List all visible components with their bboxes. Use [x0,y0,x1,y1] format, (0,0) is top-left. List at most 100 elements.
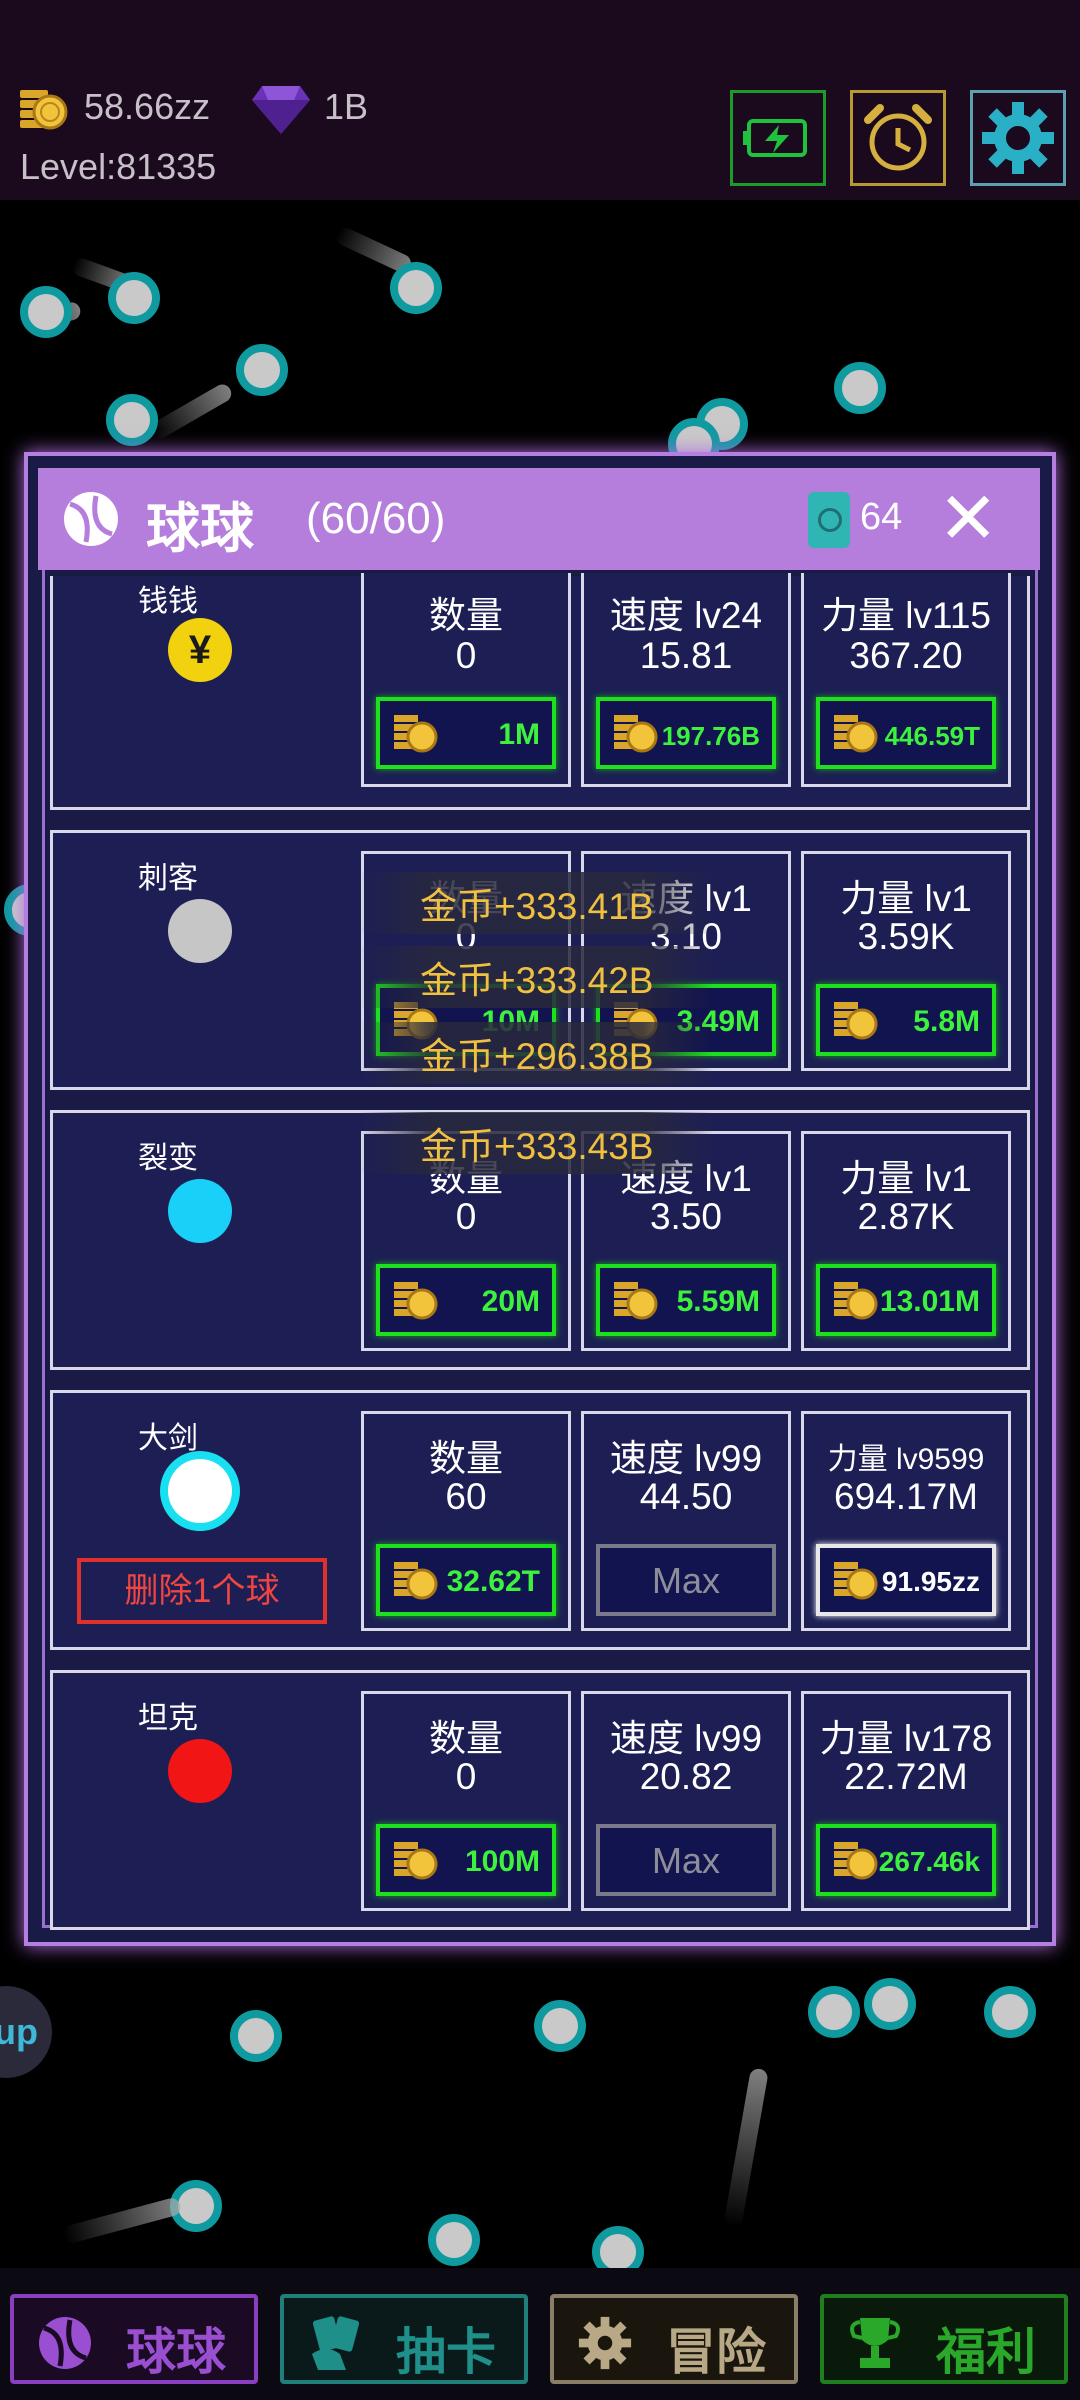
assassin-ball-icon [168,899,232,963]
top-resource-bar: 58.66zz 1B Level:81335 [0,0,1080,200]
speed-label: 速度 lv99 [609,1718,763,1759]
power-value: 367.20 [849,635,963,676]
price-label: 91.95zz [881,1566,980,1597]
power-label: 力量 lv9599 [827,1443,985,1476]
yen-ball-icon: ¥ [168,618,232,682]
coin-icon [834,1842,878,1880]
coin-icon [834,1282,878,1320]
game-ball [390,262,442,314]
greatsword-ball-icon [168,1459,232,1523]
coin-icon [394,1842,438,1880]
price-label: 100M [464,1845,540,1878]
price-label: 20M [481,1285,540,1318]
tab-welfare[interactable]: 福利 [820,2294,1068,2384]
tab-balls[interactable]: 球球 [10,2294,258,2384]
quantity-label: 数量 [429,1438,503,1479]
side-up-button[interactable]: up [0,1986,52,2078]
buy-quantity-button[interactable]: 100M [376,1824,556,1896]
delete-one-ball-button[interactable]: 删除1个球 [77,1558,327,1624]
game-ball [106,394,158,446]
buy-quantity-button[interactable]: 32.62T [376,1544,556,1616]
coin-reward-popup: 金币+333.41B [360,872,714,934]
power-cell: 力量 lv115 367.20 446.59T [801,573,1011,787]
coin-icon [394,1562,438,1600]
level-label: Level:81335 [20,146,217,187]
power-cell: 力量 lv1 2.87K 13.01M [801,1131,1011,1351]
close-button[interactable]: ✕ [938,476,998,560]
power-label: 力量 lv1 [840,878,972,919]
speed-value: 20.82 [639,1756,733,1797]
battery-icon [743,119,807,157]
power-cell: 力量 lv178 22.72M 267.46k [801,1691,1011,1911]
gear-icon [578,2316,632,2370]
coin-icon [20,90,68,130]
buy-quantity-button[interactable]: 1M [376,697,556,769]
quantity-value: 60 [445,1476,487,1517]
price-label: 1M [498,718,540,751]
power-cell: 力量 lv1 3.59K 5.8M [801,851,1011,1071]
ball-name: 大剑 [138,1422,198,1455]
tab-label: 球球 [126,2324,226,2380]
price-label: 197.76B [661,721,760,751]
price-label: 5.59M [676,1285,760,1318]
game-ball [984,1986,1036,2038]
power-value: 694.17M [834,1476,978,1517]
ball-name: 刺客 [138,862,198,895]
coin-icon [614,1282,658,1320]
quantity-cell: 数量 60 32.62T [361,1411,571,1631]
price-label: 5.8M [913,1005,980,1038]
upgrade-power-button[interactable]: 91.95zz [816,1544,996,1616]
power-label: 力量 lv1 [840,1158,972,1199]
ball-trail [61,2196,183,2245]
bottom-tab-bar: 球球 抽卡 冒险 福利 [0,2268,1080,2400]
speed-value: 44.50 [639,1476,733,1517]
tab-adventure[interactable]: 冒险 [550,2294,798,2384]
coin-reward-popup: 金币+296.38B [360,1022,714,1084]
coin-icon [394,1282,438,1320]
ball-icon [64,492,118,546]
upgrade-power-button[interactable]: 446.59T [816,697,996,769]
power-value: 22.72M [844,1756,968,1797]
game-ball [834,362,886,414]
speed-cell: 速度 lv99 44.50 Max [581,1411,791,1631]
ball-row-dajian: 大剑 删除1个球 数量 60 32.62T 速度 lv99 44.50 Max … [50,1390,1030,1650]
game-ball [20,286,72,338]
trophy-icon [850,2318,900,2368]
upgrade-power-button[interactable]: 5.8M [816,984,996,1056]
upgrade-speed-button[interactable]: 5.59M [596,1264,776,1336]
upgrade-speed-button[interactable]: 197.76B [596,697,776,769]
price-label: 32.62T [446,1565,540,1598]
quantity-cell: 数量 0 1M [361,573,571,787]
speed-label: 速度 lv99 [609,1438,763,1479]
ticket-icon [808,492,850,548]
quantity-cell: 数量 0 100M [361,1691,571,1911]
coin-amount: 58.66zz [84,86,211,127]
price-label: Max [651,1560,720,1601]
game-ball [428,2214,480,2266]
power-label: 力量 lv115 [821,595,991,636]
tab-draw-cards[interactable]: 抽卡 [280,2294,528,2384]
upgrade-power-button[interactable]: 13.01M [816,1264,996,1336]
speed-value: 15.81 [639,635,733,676]
ball-name: 裂变 [138,1142,198,1175]
coin-icon [834,1002,878,1040]
buy-quantity-button[interactable]: 20M [376,1264,556,1336]
power-label: 力量 lv178 [819,1718,993,1759]
gem-amount: 1B [324,86,369,127]
battery-button[interactable] [730,90,826,186]
game-ball [864,1978,916,2030]
gem-icon [252,86,310,134]
game-ball [236,344,288,396]
quantity-value: 0 [455,1756,477,1797]
coin-reward-popup: 金币+333.42B [360,946,714,1008]
power-value: 3.59K [857,916,955,957]
price-label: Max [651,1840,720,1881]
tab-label: 冒险 [666,2324,766,2380]
upgrade-power-button[interactable]: 267.46k [816,1824,996,1896]
game-ball [534,2000,586,2052]
price-label: 446.59T [884,721,980,751]
ball-name: 钱钱 [138,585,198,618]
settings-button[interactable] [970,90,1066,186]
alarm-button[interactable] [850,90,946,186]
alarm-clock-icon [864,104,932,171]
